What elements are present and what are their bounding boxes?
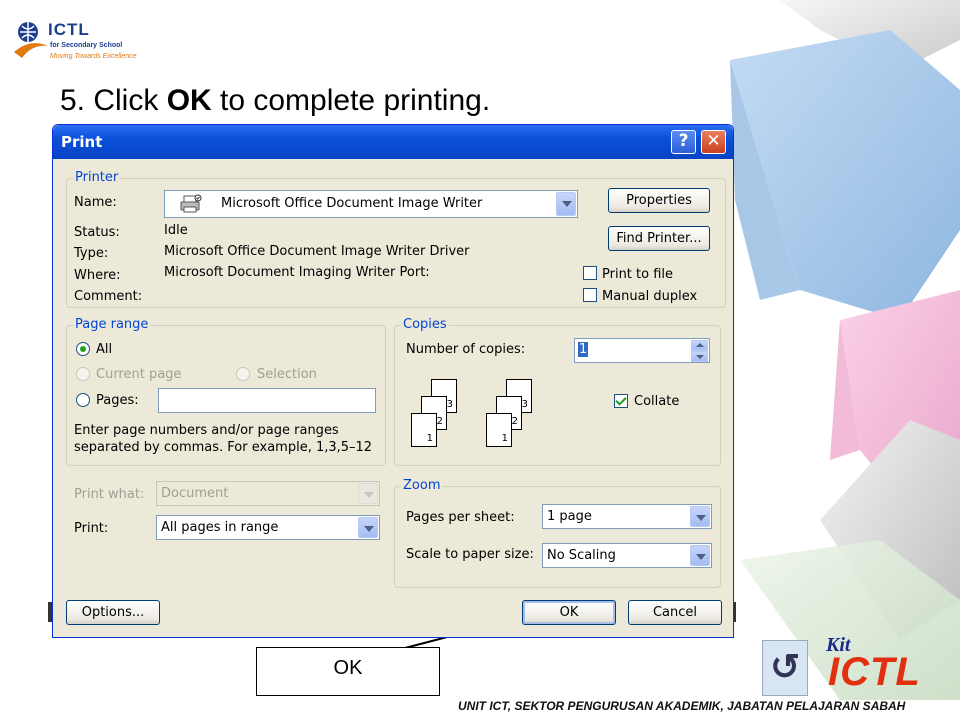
help-button[interactable]: ? bbox=[671, 130, 696, 154]
manual-duplex-label[interactable]: Manual duplex bbox=[602, 289, 697, 304]
properties-button[interactable]: Properties bbox=[608, 188, 710, 213]
printer-name-select[interactable]: Microsoft Office Document Image Writer bbox=[164, 190, 578, 218]
page-range-hint-line2: separated by commas. For example, 1,3,5–… bbox=[74, 440, 373, 455]
print-value: All pages in range bbox=[161, 520, 279, 535]
page-number: 3 bbox=[521, 399, 528, 410]
logo-subtitle: for Secondary School bbox=[50, 42, 123, 49]
instruction-heading: 5. Click OK to complete printing. bbox=[60, 84, 490, 118]
page-number: 2 bbox=[436, 416, 443, 427]
scale-to-paper-value: No Scaling bbox=[547, 548, 616, 563]
options-button[interactable]: Options... bbox=[66, 600, 160, 625]
scale-to-paper-label: Scale to paper size: bbox=[406, 547, 534, 562]
page-number: 1 bbox=[501, 433, 508, 444]
spinner-up-icon[interactable] bbox=[691, 340, 708, 351]
manual-duplex-checkbox[interactable] bbox=[583, 288, 597, 302]
current-page-label[interactable]: Current page bbox=[96, 367, 181, 382]
copies-legend: Copies bbox=[401, 317, 449, 332]
chevron-down-icon[interactable] bbox=[690, 506, 710, 527]
dialog-title: Print bbox=[61, 133, 103, 151]
pages-label[interactable]: Pages: bbox=[96, 393, 139, 408]
printer-name-value: Microsoft Office Document Image Writer bbox=[221, 196, 483, 211]
where-label: Where: bbox=[74, 268, 121, 283]
page-number: 2 bbox=[511, 416, 518, 427]
spinner-down-icon[interactable] bbox=[691, 351, 708, 362]
footer-text: UNIT ICT, SEKTOR PENGURUSAN AKADEMIK, JA… bbox=[458, 699, 906, 713]
dialog-titlebar[interactable]: Print ? ✕ bbox=[53, 125, 733, 159]
print-what-select[interactable]: Document bbox=[156, 481, 380, 506]
page-number: 1 bbox=[426, 433, 433, 444]
pages-per-sheet-value: 1 page bbox=[547, 509, 592, 524]
print-dialog: Print ? ✕ Printer Name: Microsoft Office… bbox=[52, 124, 734, 638]
printer-name-label: Name: bbox=[74, 195, 117, 210]
instruction-bold: OK bbox=[166, 84, 212, 117]
chevron-down-icon[interactable] bbox=[690, 545, 710, 566]
all-pages-label[interactable]: All bbox=[96, 342, 112, 357]
chevron-down-icon[interactable] bbox=[358, 517, 378, 538]
status-value: Idle bbox=[164, 223, 188, 238]
print-what-value: Document bbox=[161, 486, 229, 501]
collate-page-1: 1 bbox=[411, 413, 437, 447]
cancel-button[interactable]: Cancel bbox=[628, 600, 722, 625]
print-what-label: Print what: bbox=[74, 487, 145, 502]
zoom-group: Zoom bbox=[394, 478, 721, 588]
logo-tagline: Moving Towards Excellence bbox=[50, 53, 137, 60]
pages-input[interactable] bbox=[158, 388, 376, 413]
where-value: Microsoft Document Imaging Writer Port: bbox=[164, 265, 430, 280]
collate-checkbox[interactable] bbox=[614, 394, 628, 408]
print-label: Print: bbox=[74, 521, 109, 536]
number-of-copies-spinner[interactable]: 1 bbox=[574, 338, 710, 363]
collate-page-1: 1 bbox=[486, 413, 512, 447]
find-printer-button[interactable]: Find Printer... bbox=[608, 226, 710, 251]
printer-icon bbox=[180, 194, 202, 213]
zoom-legend: Zoom bbox=[401, 478, 443, 493]
number-of-copies-label: Number of copies: bbox=[406, 342, 526, 357]
chevron-down-icon[interactable] bbox=[556, 192, 576, 216]
ok-button[interactable]: OK bbox=[522, 600, 616, 625]
u-turn-icon: ↺ bbox=[770, 646, 801, 687]
instruction-suffix: to complete printing. bbox=[211, 84, 491, 117]
collate-label[interactable]: Collate bbox=[634, 394, 679, 409]
type-label: Type: bbox=[74, 246, 109, 261]
page-number: 3 bbox=[446, 399, 453, 410]
instruction-prefix: 5. Click bbox=[60, 84, 167, 117]
kit-ictl-logo: ICTL bbox=[828, 650, 921, 694]
pages-per-sheet-select[interactable]: 1 page bbox=[542, 504, 712, 529]
ok-callout-box: OK bbox=[256, 647, 440, 696]
comment-label: Comment: bbox=[74, 289, 143, 304]
type-value: Microsoft Office Document Image Writer D… bbox=[164, 244, 470, 259]
dialog-body: Printer Name: Microsoft Office Document … bbox=[56, 159, 730, 634]
all-pages-radio[interactable] bbox=[76, 342, 90, 356]
current-page-radio[interactable] bbox=[76, 367, 90, 381]
globe-icon bbox=[14, 22, 48, 58]
printer-legend: Printer bbox=[73, 170, 121, 185]
selection-label[interactable]: Selection bbox=[257, 367, 317, 382]
page-range-legend: Page range bbox=[73, 317, 151, 332]
print-to-file-checkbox[interactable] bbox=[583, 266, 597, 280]
pages-radio[interactable] bbox=[76, 393, 90, 407]
scale-to-paper-select[interactable]: No Scaling bbox=[542, 543, 712, 568]
chevron-down-icon[interactable] bbox=[358, 483, 378, 504]
print-to-file-label[interactable]: Print to file bbox=[602, 267, 673, 282]
close-button[interactable]: ✕ bbox=[701, 130, 726, 154]
pages-per-sheet-label: Pages per sheet: bbox=[406, 510, 515, 525]
page-range-hint-line1: Enter page numbers and/or page ranges bbox=[74, 423, 339, 438]
number-of-copies-value: 1 bbox=[578, 342, 589, 357]
logo-title: ICTL bbox=[48, 20, 90, 39]
selection-radio[interactable] bbox=[236, 367, 250, 381]
print-select[interactable]: All pages in range bbox=[156, 515, 380, 540]
status-label: Status: bbox=[74, 225, 120, 240]
